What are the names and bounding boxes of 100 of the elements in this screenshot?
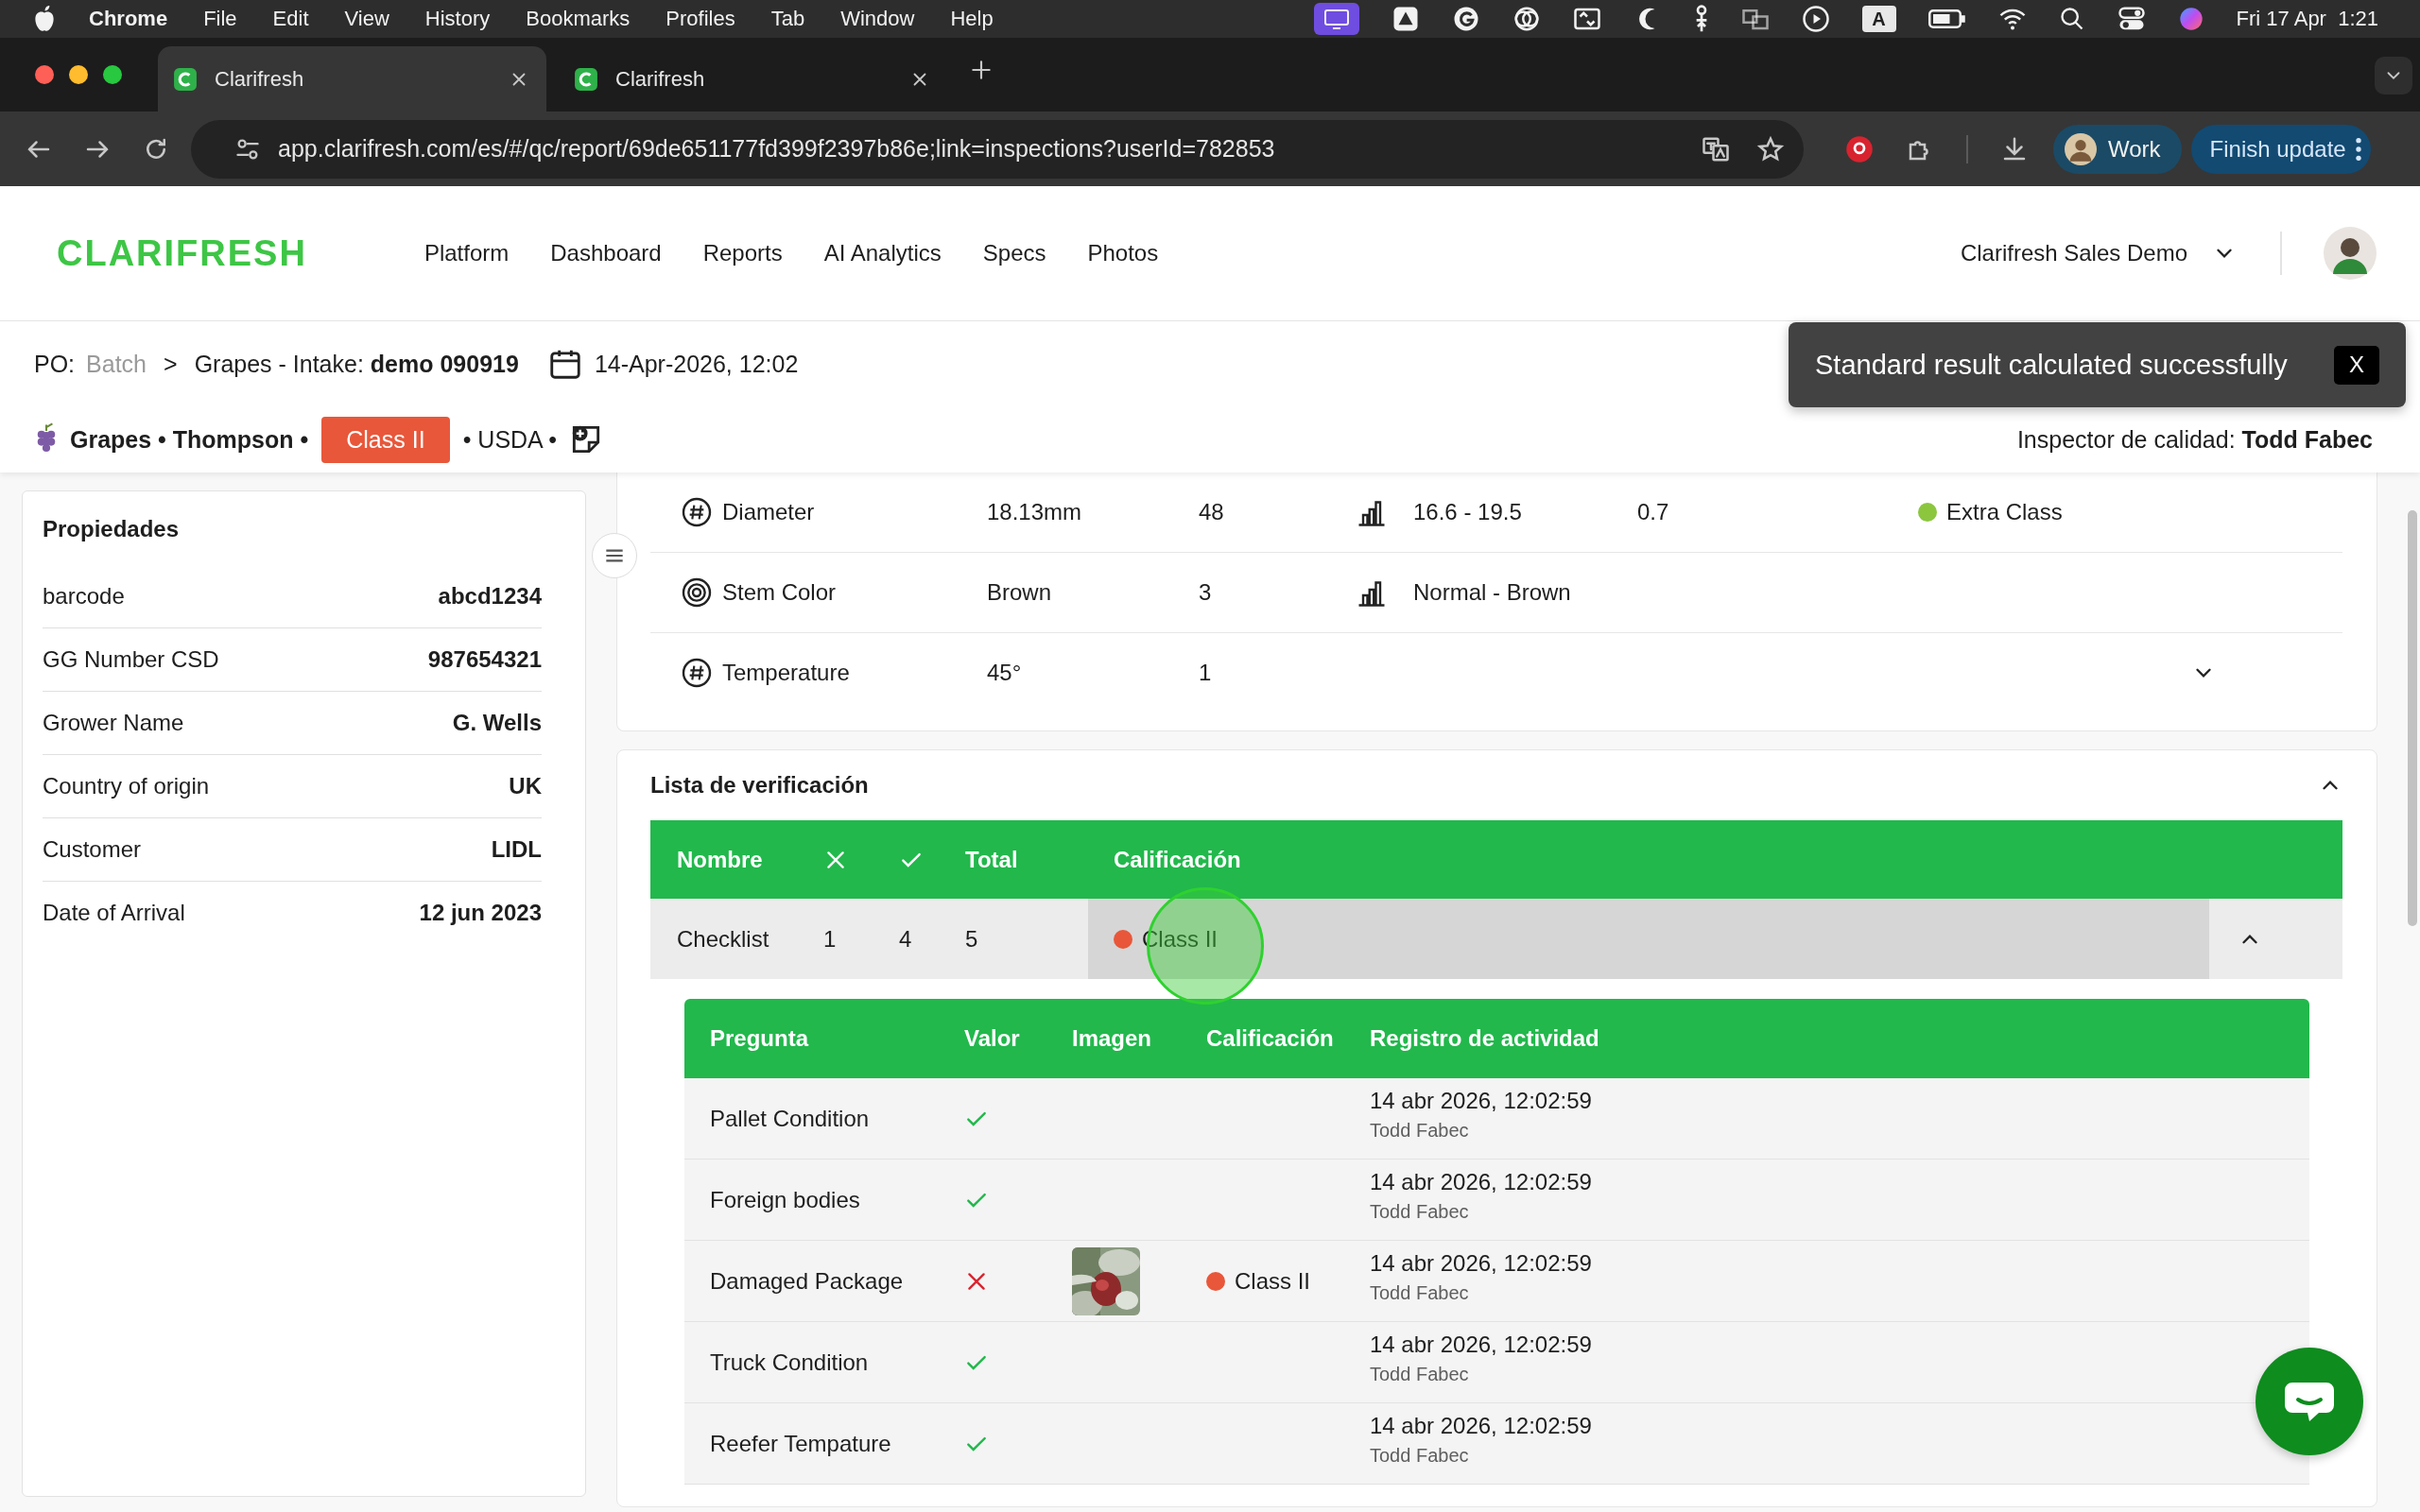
avatar[interactable] bbox=[2324, 227, 2377, 280]
grade-label: Extra Class bbox=[1946, 499, 2063, 525]
profile-button[interactable]: Work bbox=[2053, 124, 2182, 174]
chat-icon bbox=[2283, 1381, 2336, 1422]
extension-icon[interactable] bbox=[1845, 134, 1874, 163]
nav-link[interactable]: Reports bbox=[702, 240, 783, 266]
menu-item[interactable]: History bbox=[424, 7, 491, 31]
column-header: Calificación bbox=[1113, 846, 1242, 873]
menu-item[interactable]: Window bbox=[840, 7, 915, 31]
nav-link[interactable]: Photos bbox=[1087, 240, 1159, 266]
column-header: Registro de actividad bbox=[1370, 1025, 1600, 1052]
grade-badge: Class II bbox=[321, 416, 450, 463]
property-value: 12 jun 2023 bbox=[419, 900, 542, 926]
property-label: Grower Name bbox=[43, 710, 184, 736]
table-cell-text: Brown bbox=[987, 579, 1053, 606]
hash-icon bbox=[682, 658, 712, 688]
question-text: Truck Condition bbox=[710, 1349, 870, 1376]
table-cell-text: 1 bbox=[1199, 660, 1213, 686]
minimize-light[interactable] bbox=[69, 65, 88, 84]
favicon-icon bbox=[574, 66, 598, 92]
table-cell-text: Normal - Brown bbox=[1413, 579, 1572, 606]
table-cell-text: 0.7 bbox=[1637, 499, 1670, 525]
standard-label: • USDA • bbox=[462, 425, 558, 454]
input-source[interactable]: A bbox=[1861, 6, 1896, 32]
table-cell-text: Checklist bbox=[677, 925, 770, 953]
menu-item[interactable]: Help bbox=[950, 7, 994, 31]
attribute-name: Temperature bbox=[722, 660, 851, 686]
address-bar[interactable]: app.clarifresh.com/es/#/qc/report/69de651177fd399f2397b86e;link=inspections?userId=782853 bbox=[191, 119, 1804, 179]
toast-message: Standard result calculated successfully bbox=[1815, 349, 2289, 381]
favicon-icon bbox=[173, 66, 198, 92]
orb-icon bbox=[2177, 6, 2204, 32]
question-text: Foreign bodies bbox=[710, 1186, 861, 1213]
question-text: Damaged Package bbox=[710, 1267, 905, 1295]
table-cell-text: 1 bbox=[823, 925, 838, 953]
po-label: PO: bbox=[34, 350, 76, 378]
activity-date: 14 abr 2026, 12:02:59 bbox=[1370, 1088, 1593, 1114]
property-value: 987654321 bbox=[427, 646, 542, 673]
inspection-date: 14-Apr-2026, 12:02 bbox=[594, 350, 799, 378]
target-icon bbox=[682, 577, 712, 608]
property-label: Date of Arrival bbox=[43, 900, 185, 926]
inspector-label: Inspector de calidad: Todd Fabec bbox=[2016, 425, 2373, 454]
property-value: LIDL bbox=[491, 836, 542, 863]
menu-icon bbox=[2355, 137, 2361, 161]
question-text: Reefer Tempature bbox=[710, 1430, 892, 1457]
table-cell-text: 3 bbox=[1199, 579, 1213, 606]
column-header: Imagen bbox=[1072, 1025, 1153, 1052]
activity-date: 14 abr 2026, 12:02:59 bbox=[1370, 1250, 1593, 1277]
card-title: Lista de verificación bbox=[650, 772, 869, 799]
close-button[interactable]: X bbox=[2334, 345, 2379, 385]
activity-user: Todd Fabec bbox=[1370, 1364, 1470, 1385]
star-icon[interactable] bbox=[1756, 134, 1785, 163]
menu-item[interactable]: Tab bbox=[770, 7, 805, 31]
browser-tab[interactable]: Clarifresh bbox=[559, 46, 947, 112]
menu-item[interactable]: View bbox=[344, 7, 389, 31]
table-cell-text: 5 bbox=[965, 925, 979, 953]
grade-label: Class II bbox=[1235, 1267, 1310, 1295]
activity-date: 14 abr 2026, 12:02:59 bbox=[1370, 1413, 1593, 1439]
avatar bbox=[2065, 132, 2097, 165]
app-menu[interactable]: Chrome bbox=[89, 7, 168, 31]
table-cell-text: 45° bbox=[987, 660, 1023, 686]
breadcrumb-separator: > bbox=[164, 350, 178, 378]
update-button[interactable]: Finish update bbox=[2190, 124, 2371, 174]
property-value: abcd1234 bbox=[438, 583, 542, 610]
activity-date: 14 abr 2026, 12:02:59 bbox=[1370, 1332, 1593, 1358]
property-label: barcode bbox=[43, 583, 125, 610]
menu-item[interactable]: Edit bbox=[272, 7, 309, 31]
column-header: Calificación bbox=[1206, 1025, 1335, 1052]
activity-date: 14 abr 2026, 12:02:59 bbox=[1370, 1169, 1593, 1195]
column-header: Pregunta bbox=[710, 1025, 810, 1052]
menu-item[interactable]: Bookmarks bbox=[526, 7, 631, 31]
zoom-light[interactable] bbox=[103, 65, 122, 84]
activity-user: Todd Fabec bbox=[1370, 1120, 1470, 1142]
display-icon bbox=[1313, 3, 1359, 35]
question-text: Pallet Condition bbox=[710, 1105, 871, 1132]
apple-icon bbox=[32, 5, 57, 33]
nav-link[interactable]: AI Analytics bbox=[823, 240, 942, 266]
activity-user: Todd Fabec bbox=[1370, 1201, 1470, 1223]
browser-tab[interactable]: Clarifresh bbox=[158, 46, 546, 112]
property-value: G. Wells bbox=[452, 710, 542, 736]
column-header: Valor bbox=[964, 1025, 1021, 1052]
hash-icon bbox=[682, 497, 712, 527]
nav-link[interactable]: Specs bbox=[982, 240, 1046, 266]
menu-item[interactable]: File bbox=[203, 7, 237, 31]
close-light[interactable] bbox=[35, 65, 54, 84]
activity-user: Todd Fabec bbox=[1370, 1445, 1470, 1467]
attribute-name: Stem Color bbox=[722, 579, 838, 606]
nav-link[interactable]: Dashboard bbox=[550, 240, 662, 266]
product-name: Grapes • Thompson • bbox=[70, 425, 309, 454]
table-cell-text: 16.6 - 19.5 bbox=[1413, 499, 1523, 525]
table-cell-text: 48 bbox=[1199, 499, 1225, 525]
nav-link[interactable]: Platform bbox=[424, 240, 510, 266]
column-header: Total bbox=[965, 846, 1019, 873]
tab-search-button[interactable] bbox=[2375, 57, 2412, 94]
property-value: UK bbox=[509, 773, 542, 799]
organization-dropdown[interactable]: Clarifresh Sales Demo bbox=[1954, 239, 2242, 267]
intake-title: Grapes - Intake: demo 090919 bbox=[194, 350, 519, 378]
menu-item[interactable]: Profiles bbox=[666, 7, 735, 31]
scrollbar[interactable] bbox=[2408, 510, 2417, 926]
sidebar-toggle[interactable] bbox=[592, 533, 637, 578]
column-header: Nombre bbox=[677, 846, 764, 873]
